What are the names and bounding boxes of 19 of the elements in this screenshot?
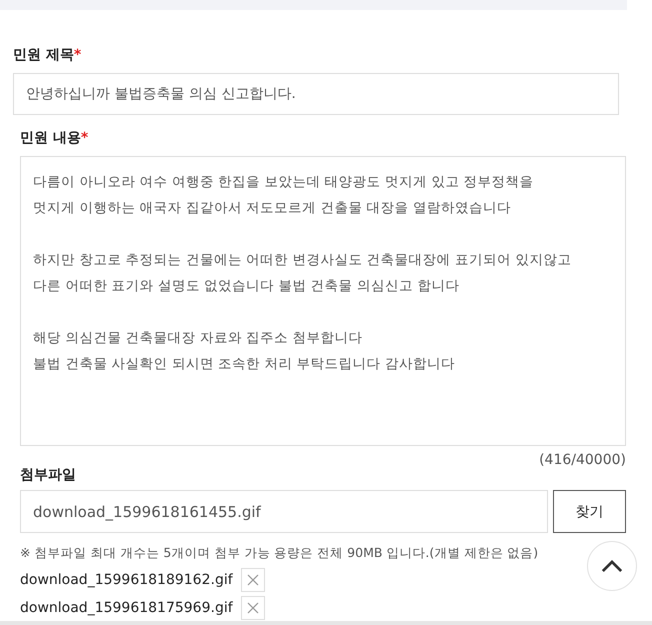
- file-field[interactable]: download_1599618161455.gif: [20, 490, 548, 533]
- browse-button[interactable]: 찾기: [553, 490, 626, 533]
- file-name: download_1599618175969.gif: [20, 600, 233, 616]
- close-icon: [246, 602, 259, 614]
- title-field[interactable]: 안녕하십니까 불법증축물 의심 신고합니다.: [13, 73, 619, 115]
- scroll-top-button[interactable]: [587, 541, 637, 591]
- required-mark: *: [80, 130, 88, 146]
- chevron-up-icon: [601, 560, 623, 572]
- field-label: 첨부파일: [20, 466, 76, 484]
- close-icon: [246, 574, 259, 586]
- character-counter: (416/40000): [539, 452, 626, 470]
- file-name: download_1599618189162.gif: [20, 572, 233, 588]
- field-label: 민원 제목: [13, 47, 74, 63]
- field-label: 민원 내용: [20, 130, 81, 146]
- remove-button[interactable]: [240, 596, 265, 620]
- content-field[interactable]: 다름이 아니오라 여수 여행중 한집을 보았는데 태양광도 멋지게 있고 정부정책을 멋지게 이행하는 애국자 집같아서 저도모르게 건출물 대장을 열람하였습니다 하지만 창고로 추정되는 건물에는 어떠한 변경사실도 건축물대장에 표기되어 있지않고 다른 어떠한 표기와 설명도 없었습니다 불법 건축물 의심신고 합니다 해당 의심건물 건축물대장 자료와 집주소 첨부합니다 불법 건축물 사실확인 되시면 조속한 처리 부탁드립니다 감사합니다: [20, 156, 626, 446]
- remove-button[interactable]: [240, 568, 265, 592]
- attachment-note: ※ 첨부파일 최대 개수는 5개이며 첨부 가능 용량은 전체 90MB 입니다.(개별 제한은 없음): [20, 545, 540, 562]
- required-mark: *: [74, 47, 82, 63]
